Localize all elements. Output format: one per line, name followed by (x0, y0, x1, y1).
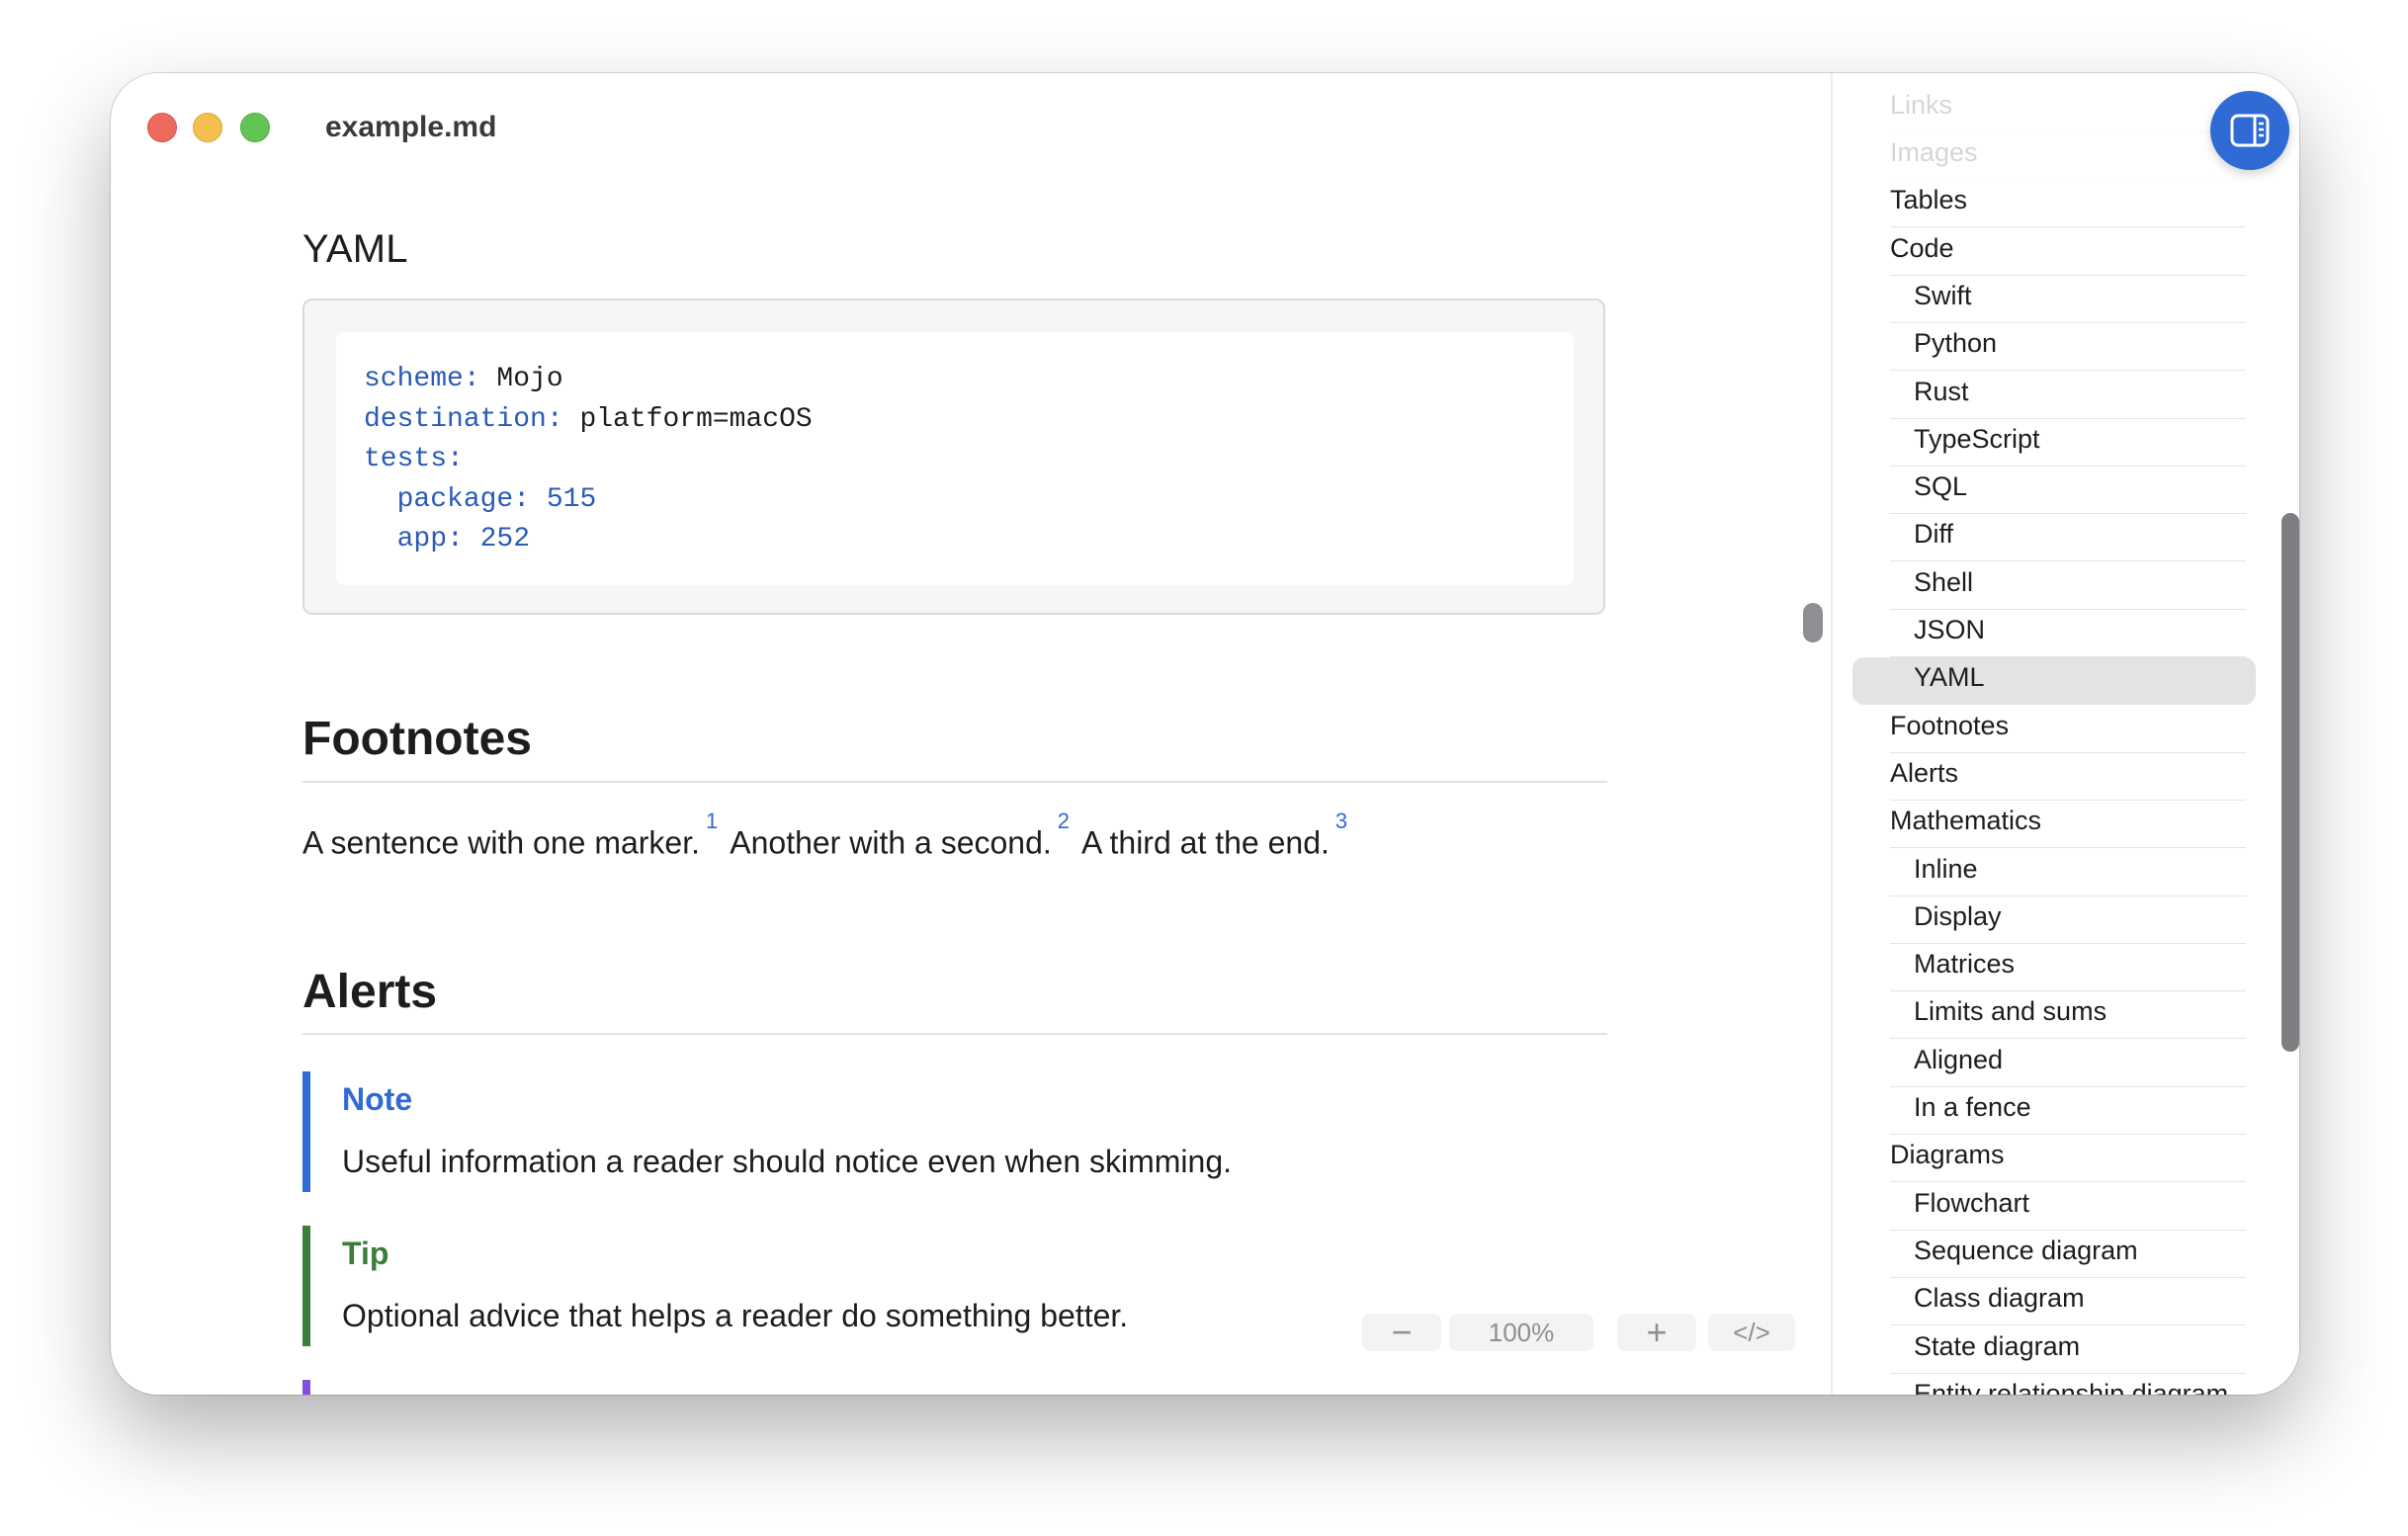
alert-note-body: Useful information a reader should notic… (342, 1144, 1233, 1179)
alert-tip: Tip Optional advice that helps a reader … (302, 1226, 1489, 1346)
outline-item-code[interactable]: Code (1890, 228, 2246, 276)
zoom-out-button[interactable]: − (1362, 1314, 1441, 1351)
outline-item-python[interactable]: Python (1890, 323, 2246, 372)
alert-tip-title: Tip (342, 1236, 389, 1271)
outline-item-swift[interactable]: Swift (1890, 276, 2246, 323)
outline-item-state-diagram[interactable]: State diagram (1890, 1326, 2246, 1374)
footnote-sentence-3: A third at the end. (1081, 824, 1330, 861)
outline-item-tables[interactable]: Tables (1890, 180, 2246, 228)
alert-next-partial (302, 1380, 1489, 1395)
outline-item-yaml[interactable]: YAML (1852, 657, 2256, 706)
code-line: package: 515 (364, 480, 1546, 521)
zoom-in-button[interactable]: + (1617, 1314, 1696, 1351)
alert-tip-body: Optional advice that helps a reader do s… (342, 1298, 1129, 1333)
outline-item-display[interactable]: Display (1890, 896, 2246, 944)
outline-item-shell[interactable]: Shell (1890, 562, 2246, 610)
outline-item-inline[interactable]: Inline (1890, 849, 2246, 896)
footnote-marker-2[interactable]: 2 (1058, 809, 1070, 833)
footnote-marker-3[interactable]: 3 (1335, 809, 1347, 833)
code-key: tests: (364, 444, 464, 474)
outline-item-aligned[interactable]: Aligned (1890, 1040, 2246, 1087)
footnotes-paragraph: A sentence with one marker.1 Another with… (302, 809, 1359, 862)
outline-item-matrices[interactable]: Matrices (1890, 944, 2246, 992)
zoom-window-button[interactable] (240, 113, 270, 142)
footnote-sentence-1: A sentence with one marker. (302, 824, 700, 861)
outline-item-sequence-diagram[interactable]: Sequence diagram (1890, 1231, 2246, 1278)
code-key: package: (396, 483, 531, 515)
outline-sidebar: Links Images Tables Code Swift Python Rust Type… (1831, 73, 2299, 1395)
view-source-button[interactable]: </> (1708, 1314, 1795, 1351)
sidebar-toggle-button[interactable] (2210, 91, 2289, 170)
outline-item-footnotes[interactable]: Footnotes (1890, 706, 2246, 753)
outline-item-diagrams[interactable]: Diagrams (1890, 1135, 2246, 1183)
code-value: platform=macOS (562, 403, 813, 435)
sidebar-scrollbar-thumb[interactable] (2281, 513, 2299, 1052)
sidebar-toggle-icon (2230, 114, 2270, 147)
close-window-button[interactable] (147, 113, 177, 142)
code-key: scheme: (364, 364, 480, 394)
app-window: example.md YAML scheme: Mojo destination:… (111, 73, 2299, 1395)
code-block-content[interactable]: scheme: Mojo destination: platform=macOS t… (336, 332, 1574, 585)
minimize-window-button[interactable] (193, 113, 222, 142)
footnote-sentence-2: Another with a second. (730, 824, 1052, 861)
outline-item-links[interactable]: Links (1890, 85, 2246, 132)
code-line: tests: (364, 440, 1546, 480)
alerts-heading: Alerts (302, 966, 438, 1018)
footnotes-heading: Footnotes (302, 713, 532, 765)
zoom-level[interactable]: 100% (1449, 1314, 1593, 1351)
outline-item-in-a-fence[interactable]: In a fence (1890, 1087, 2246, 1135)
outline-item-class-diagram[interactable]: Class diagram (1890, 1278, 2246, 1326)
code-key: app: (396, 524, 464, 555)
footnotes-heading-divider (302, 781, 1607, 783)
footnote-marker-1[interactable]: 1 (706, 809, 718, 833)
alert-note-title: Note (342, 1081, 413, 1117)
outline-item-rust[interactable]: Rust (1890, 372, 2246, 419)
code-value: Mojo (479, 364, 563, 394)
code-line: scheme: Mojo (364, 360, 1546, 400)
document-scrollbar-thumb[interactable] (1803, 603, 1823, 642)
code-block: scheme: Mojo destination: platform=macOS t… (302, 299, 1605, 615)
code-key: destination: (364, 403, 563, 435)
outline-item-entity-relationship-diagram[interactable]: Entity relationship diagram (1890, 1374, 2246, 1395)
outline-item-json[interactable]: JSON (1890, 610, 2246, 657)
outline-item-limits-and-sums[interactable]: Limits and sums (1890, 991, 2246, 1040)
outline-item-alerts[interactable]: Alerts (1890, 753, 2246, 801)
yaml-heading: YAML (302, 227, 408, 271)
alerts-heading-divider (302, 1033, 1607, 1035)
outline-item-diff[interactable]: Diff (1890, 514, 2246, 562)
outline-item-flowchart[interactable]: Flowchart (1890, 1183, 2246, 1231)
outline-item-sql[interactable]: SQL (1890, 467, 2246, 515)
code-value: 515 (530, 483, 597, 515)
code-line: app: 252 (364, 520, 1546, 560)
outline-item-mathematics[interactable]: Mathematics (1890, 801, 2246, 849)
code-line: destination: platform=macOS (364, 400, 1546, 441)
document-scrollbar-track[interactable] (1804, 182, 1820, 1393)
outline-item-typescript[interactable]: TypeScript (1890, 419, 2246, 467)
window-title: example.md (325, 111, 497, 143)
alert-note: Note Useful information a reader should … (302, 1071, 1489, 1192)
outline-item-images[interactable]: Images (1890, 132, 2246, 180)
code-value: 252 (463, 524, 531, 555)
